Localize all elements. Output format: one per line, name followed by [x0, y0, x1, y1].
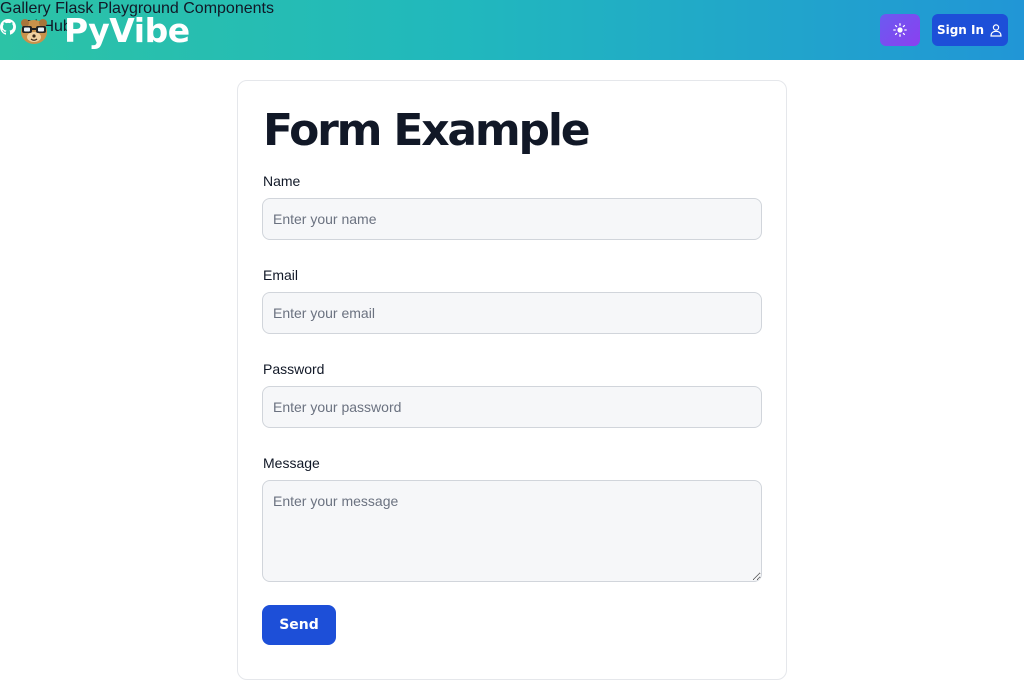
sign-in-button[interactable]: Sign In — [932, 14, 1008, 46]
password-label: Password — [263, 361, 325, 377]
user-icon — [989, 23, 1003, 37]
top-navbar: PyVibe Gallery Flask Playground Componen… — [0, 0, 1024, 60]
email-input[interactable] — [262, 292, 762, 334]
name-input[interactable] — [262, 198, 762, 240]
send-button[interactable]: Send — [262, 605, 336, 645]
message-textarea[interactable] — [262, 480, 762, 582]
nerd-face-icon — [18, 14, 50, 46]
theme-toggle-button[interactable] — [880, 14, 920, 46]
brand-name: PyVibe — [64, 10, 190, 50]
name-label: Name — [263, 173, 301, 189]
sun-icon — [893, 23, 907, 37]
github-icon — [0, 19, 16, 35]
form-card: Form Example Name Email Password Message… — [237, 80, 787, 680]
email-label: Email — [263, 267, 299, 283]
brand-link[interactable]: PyVibe — [18, 10, 190, 50]
password-input[interactable] — [262, 386, 762, 428]
nav-components[interactable]: Components — [183, 0, 274, 17]
sign-in-label: Sign In — [936, 23, 985, 37]
page-title: Form Example — [263, 105, 591, 156]
message-label: Message — [263, 455, 320, 471]
